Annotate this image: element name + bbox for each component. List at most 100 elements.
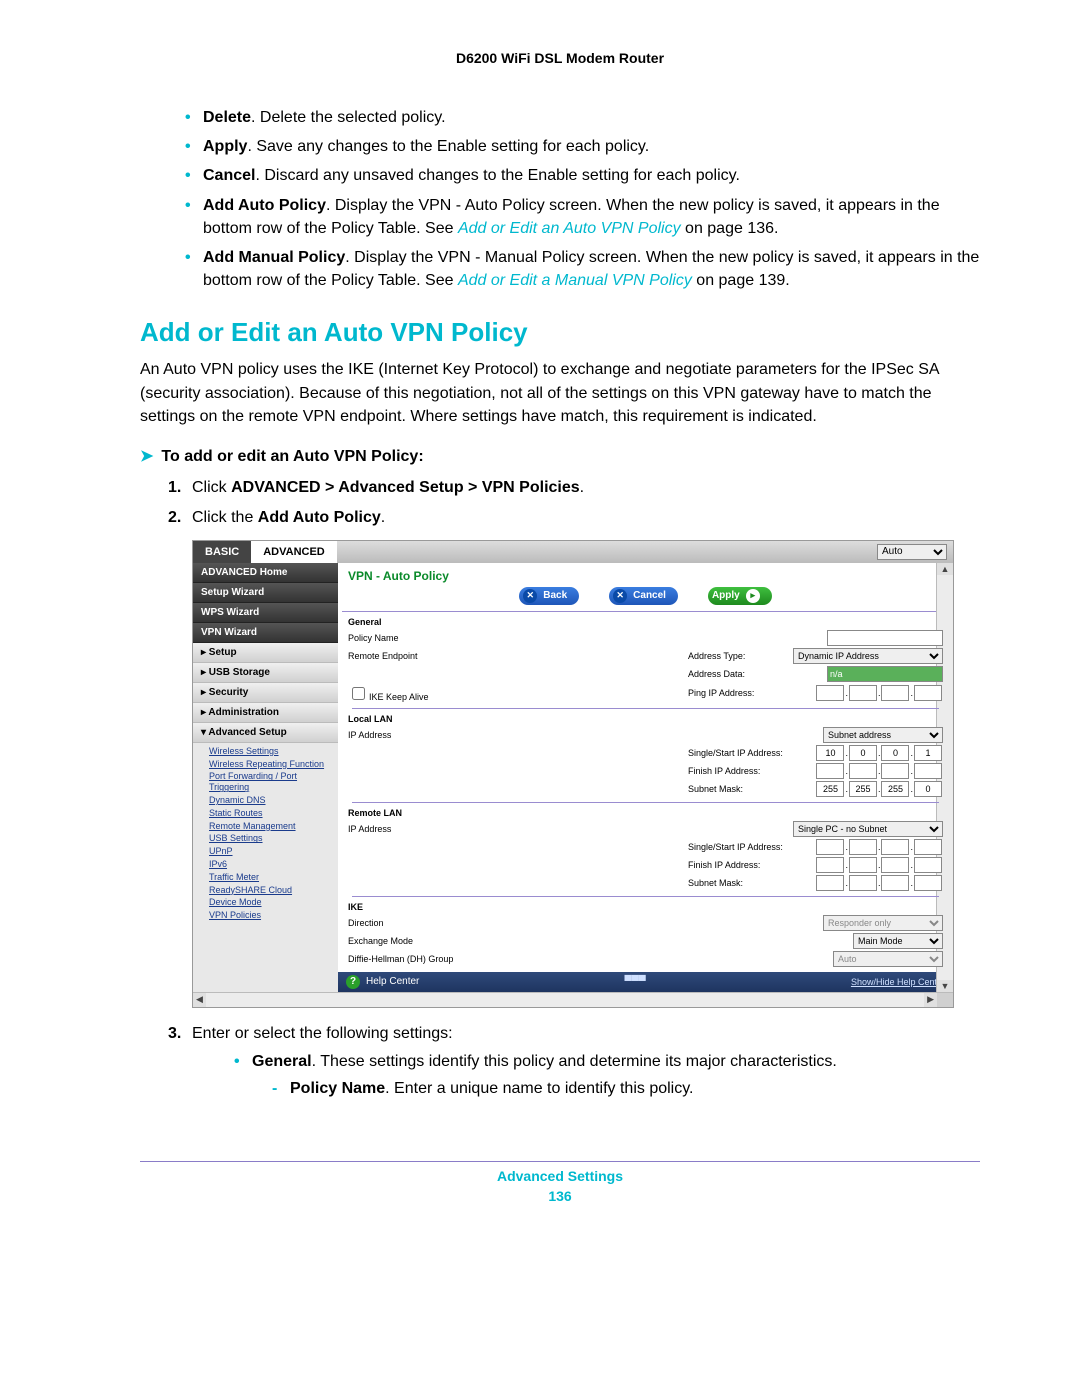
tab-advanced[interactable]: ADVANCED xyxy=(251,541,337,563)
ip-octet[interactable] xyxy=(849,745,877,761)
ip-octet[interactable] xyxy=(881,781,909,797)
label-address-type: Address Type: xyxy=(508,651,793,661)
sidebar-section[interactable]: ▾ Advanced Setup xyxy=(193,723,338,743)
back-button[interactable]: ✕Back xyxy=(519,587,579,605)
sidebar-link[interactable]: VPN Policies xyxy=(209,909,338,922)
xref-link[interactable]: Add or Edit an Auto VPN Policy xyxy=(458,220,681,237)
policy-name-input[interactable] xyxy=(827,630,943,646)
panel-title: VPN - Auto Policy xyxy=(338,563,953,583)
arrow-icon: ▸ xyxy=(746,589,760,603)
sidebar-link[interactable]: Device Mode xyxy=(209,896,338,909)
sidebar-section[interactable]: ▸ Administration xyxy=(193,703,338,723)
ip-octet[interactable] xyxy=(881,685,909,701)
ip-octet[interactable] xyxy=(914,763,942,779)
label-local-subnet: Subnet Mask: xyxy=(508,784,815,794)
ip-octet[interactable] xyxy=(914,745,942,761)
label-local-single-start: Single/Start IP Address: xyxy=(508,748,815,758)
label-policy-name: Policy Name xyxy=(348,633,508,643)
sidebar-item[interactable]: ADVANCED Home xyxy=(193,563,338,583)
ip-octet[interactable] xyxy=(914,875,942,891)
sidebar-link[interactable]: Remote Management xyxy=(209,820,338,833)
sidebar-link[interactable]: UPnP xyxy=(209,845,338,858)
ip-octet[interactable] xyxy=(881,875,909,891)
grip-icon[interactable]: ▀▀▀ xyxy=(419,976,851,987)
ip-octet[interactable] xyxy=(816,857,844,873)
auto-select[interactable]: Auto xyxy=(877,544,947,560)
page-number: 136 xyxy=(140,1188,980,1204)
label-ping-ip: Ping IP Address: xyxy=(508,688,815,698)
ip-octet[interactable] xyxy=(849,839,877,855)
ip-octet[interactable] xyxy=(849,857,877,873)
apply-button[interactable]: Apply▸ xyxy=(708,587,772,605)
ip-octet[interactable] xyxy=(849,763,877,779)
ip-octet[interactable] xyxy=(914,781,942,797)
address-type-select[interactable]: Dynamic IP Address xyxy=(793,648,943,664)
ip-octet[interactable] xyxy=(849,685,877,701)
tab-basic[interactable]: BASIC xyxy=(193,541,251,563)
ip-octet[interactable] xyxy=(914,685,942,701)
sidebar-item[interactable]: Setup Wizard xyxy=(193,583,338,603)
sidebar-section[interactable]: ▸ Security xyxy=(193,683,338,703)
ike-keepalive-checkbox[interactable] xyxy=(352,687,365,700)
x-icon: ✕ xyxy=(613,589,627,603)
sidebar-link[interactable]: Static Routes xyxy=(209,807,338,820)
ip-octet[interactable] xyxy=(914,839,942,855)
scroll-left-icon[interactable]: ◀ xyxy=(193,994,206,1005)
help-center-label[interactable]: Help Center xyxy=(366,976,419,987)
ip-octet[interactable] xyxy=(881,763,909,779)
sidebar-link[interactable]: Wireless Repeating Function xyxy=(209,758,338,771)
sidebar-item[interactable]: VPN Wizard xyxy=(193,623,338,643)
ip-octet[interactable] xyxy=(816,781,844,797)
ip-octet[interactable] xyxy=(881,839,909,855)
ip-octet[interactable] xyxy=(914,857,942,873)
sidebar-link[interactable]: ReadySHARE Cloud xyxy=(209,884,338,897)
sidebar-item[interactable]: WPS Wizard xyxy=(193,603,338,623)
scroll-right-icon[interactable]: ▶ xyxy=(924,994,937,1005)
horizontal-scrollbar[interactable]: ◀ ▶ xyxy=(193,992,953,1007)
toggle-help-link[interactable]: Show/Hide Help Center xyxy=(851,977,945,987)
sidebar-section[interactable]: ▸ USB Storage xyxy=(193,663,338,683)
ip-octet[interactable] xyxy=(816,763,844,779)
remote-lan-mode-select[interactable]: Single PC - no Subnet xyxy=(793,821,943,837)
ip-octet[interactable] xyxy=(849,875,877,891)
scroll-down-icon[interactable]: ▼ xyxy=(941,980,950,992)
sidebar-link[interactable]: Dynamic DNS xyxy=(209,794,338,807)
list-item: Add Auto Policy. Display the VPN - Auto … xyxy=(185,194,980,240)
sidebar-link[interactable]: IPv6 xyxy=(209,858,338,871)
step-1: 1.Click ADVANCED > Advanced Setup > VPN … xyxy=(168,476,980,500)
exchange-mode-select[interactable]: Main Mode xyxy=(853,933,943,949)
ip-octet[interactable] xyxy=(816,685,844,701)
footer-divider xyxy=(140,1161,980,1162)
dash-item: Policy Name. Enter a unique name to iden… xyxy=(272,1077,980,1101)
label-remote-finish: Finish IP Address: xyxy=(508,860,815,870)
section-general: General xyxy=(348,614,943,629)
footer-section: Advanced Settings xyxy=(497,1168,623,1184)
label-remote-single-start: Single/Start IP Address: xyxy=(508,842,815,852)
ip-octet[interactable] xyxy=(881,745,909,761)
direction-select[interactable]: Responder only xyxy=(823,915,943,931)
xref-link[interactable]: Add or Edit a Manual VPN Policy xyxy=(458,272,692,289)
section-heading: Add or Edit an Auto VPN Policy xyxy=(140,317,980,348)
sub-bullet: General. These settings identify this po… xyxy=(234,1050,980,1101)
sidebar-link[interactable]: Traffic Meter xyxy=(209,871,338,884)
cancel-button[interactable]: ✕Cancel xyxy=(609,587,678,605)
sidebar-link[interactable]: USB Settings xyxy=(209,832,338,845)
label-ike-keepalive: IKE Keep Alive xyxy=(369,692,429,702)
ip-octet[interactable] xyxy=(816,875,844,891)
section-local-lan: Local LAN xyxy=(348,711,943,726)
local-lan-mode-select[interactable]: Subnet address xyxy=(823,727,943,743)
list-item: Add Manual Policy. Display the VPN - Man… xyxy=(185,246,980,292)
ip-octet[interactable] xyxy=(816,745,844,761)
ip-octet[interactable] xyxy=(816,839,844,855)
dh-group-select[interactable]: Auto xyxy=(833,951,943,967)
label-remote-ip: IP Address xyxy=(348,824,508,834)
ip-octet[interactable] xyxy=(849,781,877,797)
ip-octet[interactable] xyxy=(881,857,909,873)
help-icon[interactable]: ? xyxy=(346,975,360,989)
sidebar-section[interactable]: ▸ Setup xyxy=(193,643,338,663)
sidebar-link[interactable]: Wireless Settings xyxy=(209,745,338,758)
sidebar-link[interactable]: Port Forwarding / Port Triggering xyxy=(209,770,338,794)
doc-header: D6200 WiFi DSL Modem Router xyxy=(140,50,980,66)
address-data-input[interactable] xyxy=(827,666,943,682)
scroll-up-icon[interactable]: ▲ xyxy=(941,563,950,575)
